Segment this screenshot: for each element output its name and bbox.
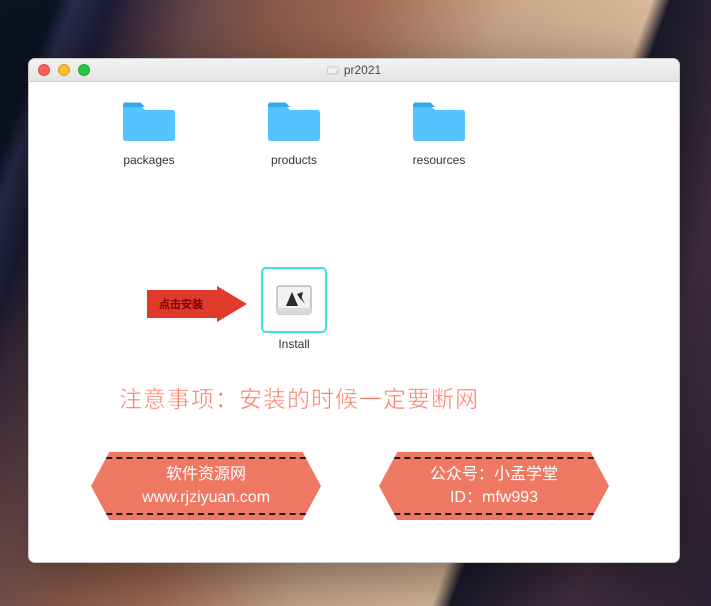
folder-label: products <box>234 153 354 167</box>
disk-icon <box>327 64 339 76</box>
folder-label: packages <box>89 153 209 167</box>
notice-text: 注意事项：安装的时候一定要断网 <box>119 380 479 414</box>
traffic-lights <box>38 64 90 76</box>
folder-packages[interactable]: packages <box>89 100 209 167</box>
folder-icon <box>121 100 177 144</box>
titlebar[interactable]: pr2021 <box>29 59 679 82</box>
click-install-arrow: 点击安装 <box>147 286 247 322</box>
folder-label: resources <box>379 153 499 167</box>
folder-resources[interactable]: resources <box>379 100 499 167</box>
install-app[interactable]: Install <box>246 267 342 351</box>
folder-icon <box>411 100 467 144</box>
arrow-label: 点击安装 <box>159 296 203 312</box>
folder-icon <box>266 100 322 144</box>
finder-window: pr2021 packages products <box>28 58 680 563</box>
window-frame: pr2021 packages products <box>28 58 680 563</box>
close-button[interactable] <box>38 64 50 76</box>
badge-left: 软件资源网 www.rjziyuan.com <box>91 452 321 520</box>
minimize-button[interactable] <box>58 64 70 76</box>
badge-left-line1: 软件资源网 <box>166 463 246 486</box>
window-title: pr2021 <box>29 63 679 77</box>
folder-products[interactable]: products <box>234 100 354 167</box>
badge-right-line1: 公众号：小孟学堂 <box>430 463 558 486</box>
window-content: packages products resources <box>29 82 679 562</box>
badge-right: 公众号：小孟学堂 ID：mfw993 <box>379 452 609 520</box>
install-label: Install <box>246 337 342 351</box>
zoom-button[interactable] <box>78 64 90 76</box>
install-app-icon <box>261 267 327 333</box>
badge-left-line2: www.rjziyuan.com <box>142 486 270 509</box>
badge-right-line2: ID：mfw993 <box>450 486 538 509</box>
window-title-text: pr2021 <box>344 63 381 77</box>
